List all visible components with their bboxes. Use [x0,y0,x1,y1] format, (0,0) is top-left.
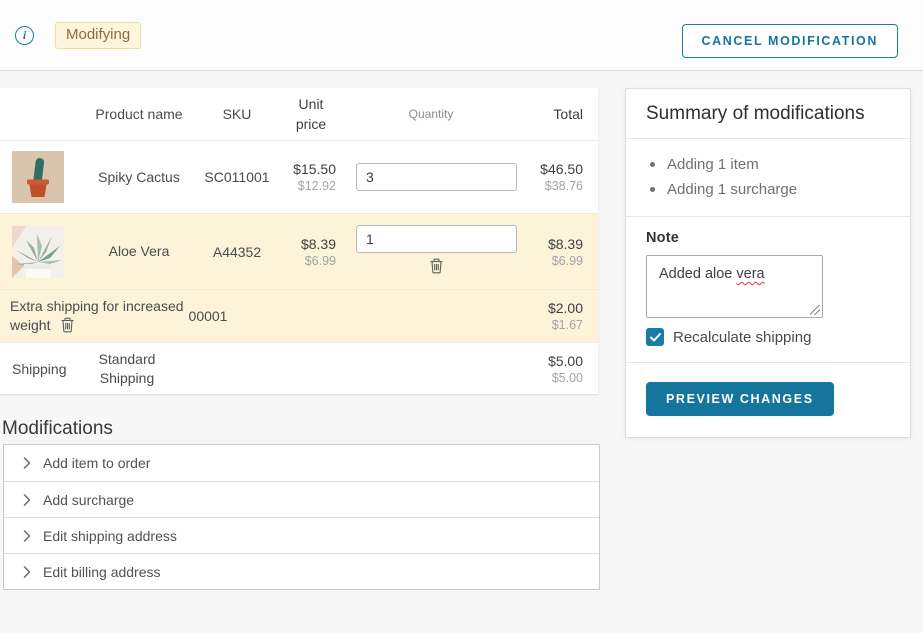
aloe-image [12,226,64,278]
chevron-right-icon [23,457,31,469]
quantity-column-header: Quantity [336,107,526,121]
cancel-modification-button[interactable]: CANCEL MODIFICATION [682,24,898,58]
total-price-secondary: $5.00 [548,371,583,385]
accordion-item-label: Edit billing address [43,564,161,580]
unit-price: $15.50 [293,161,336,177]
preview-changes-button[interactable]: PREVIEW CHANGES [646,382,834,416]
textarea-resize-handle[interactable] [810,305,820,315]
surcharge-label: Extra shipping for increased weight [10,298,184,333]
summary-of-modifications-panel: Summary of modifications Adding 1 item A… [625,88,911,438]
info-icon[interactable]: i [15,26,34,45]
total-column-header: Total [526,106,598,122]
total-price-secondary: $6.99 [526,254,583,268]
product-name-column-header: Product name [90,105,188,124]
table-header-row: Product name SKU Unit price Quantity Tot… [0,88,598,140]
quantity-input[interactable] [356,225,517,253]
accordion-item-add-item-to-order[interactable]: Add item to order [4,445,599,481]
accordion-item-edit-shipping-address[interactable]: Edit shipping address [4,517,599,553]
chevron-right-icon [23,530,31,542]
status-badge: Modifying [55,22,141,49]
accordion-item-label: Add item to order [43,455,150,471]
checkmark-icon [650,333,661,342]
total-price: $2.00 [548,300,583,316]
total-price: $8.39 [548,236,583,252]
accordion-item-label: Edit shipping address [43,528,177,544]
delete-surcharge-button[interactable] [60,317,75,333]
unit-price-cell: $15.50 $12.92 [286,161,336,193]
total-price: $5.00 [548,353,583,369]
total-cell: $2.00 $1.67 [548,300,598,332]
table-row: Aloe Vera A44352 $8.39 $6.99 [0,213,598,289]
table-row: Shipping Standard Shipping $5.00 $5.00 [0,342,598,394]
recalculate-shipping-label: Recalculate shipping [673,329,811,346]
cactus-image [12,151,64,203]
product-name: Spiky Cactus [90,168,188,187]
chevron-right-icon [23,566,31,578]
note-text-misspelled: vera [736,266,764,282]
total-cell: $46.50 $38.76 [526,161,598,193]
delete-line-item-button[interactable] [429,258,444,274]
quantity-cell [336,225,526,279]
unit-price-column-header: Unit price [286,94,336,135]
accordion-item-label: Add surcharge [43,492,134,508]
total-cell: $5.00 $5.00 [548,353,598,385]
trash-icon [429,258,444,274]
note-textarea[interactable]: Added aloe vera [646,255,823,318]
total-price: $46.50 [540,161,583,177]
table-row: Spiky Cactus SC011001 $15.50 $12.92 $46.… [0,140,598,213]
summary-panel-title: Summary of modifications [626,89,910,138]
surcharge-name: Extra shipping for increased weight [0,297,196,335]
summary-item: Adding 1 item [650,152,890,177]
summary-item: Adding 1 surcharge [650,177,890,202]
product-sku: A44352 [188,244,286,260]
unit-price-cell: $8.39 $6.99 [286,236,336,268]
accordion-item-edit-billing-address[interactable]: Edit billing address [4,553,599,589]
product-name: Aloe Vera [90,242,188,261]
note-text: Added aloe [659,266,736,282]
quantity-cell [336,163,526,191]
unit-price-secondary: $6.99 [286,254,336,268]
accordion-item-add-surcharge[interactable]: Add surcharge [4,481,599,517]
modification-summary-list: Adding 1 item Adding 1 surcharge [626,139,910,216]
total-price-secondary: $38.76 [526,179,583,193]
surcharge-sku: 00001 [180,308,236,324]
product-sku: SC011001 [188,169,286,185]
note-label: Note [646,230,890,246]
chevron-right-icon [23,494,31,506]
modifications-section-title: Modifications [2,418,113,440]
total-cell: $8.39 $6.99 [526,236,598,268]
shipping-row-label: Shipping [0,361,78,377]
product-image-spiky-cactus [0,151,90,203]
total-price-secondary: $1.67 [548,318,583,332]
unit-price: $8.39 [301,236,336,252]
sku-column-header: SKU [188,106,286,122]
order-items-table: Product name SKU Unit price Quantity Tot… [0,88,598,394]
product-image-aloe-vera [0,226,90,278]
modifications-accordion: Add item to order Add surcharge Edit shi… [3,444,600,590]
unit-price-secondary: $12.92 [286,179,336,193]
recalculate-shipping-checkbox[interactable] [646,328,664,346]
trash-icon [60,317,75,333]
quantity-input[interactable] [356,163,517,191]
shipping-method: Standard Shipping [78,350,176,388]
table-row: Extra shipping for increased weight 0000… [0,289,598,342]
top-bar: i Modifying CANCEL MODIFICATION [0,0,923,71]
